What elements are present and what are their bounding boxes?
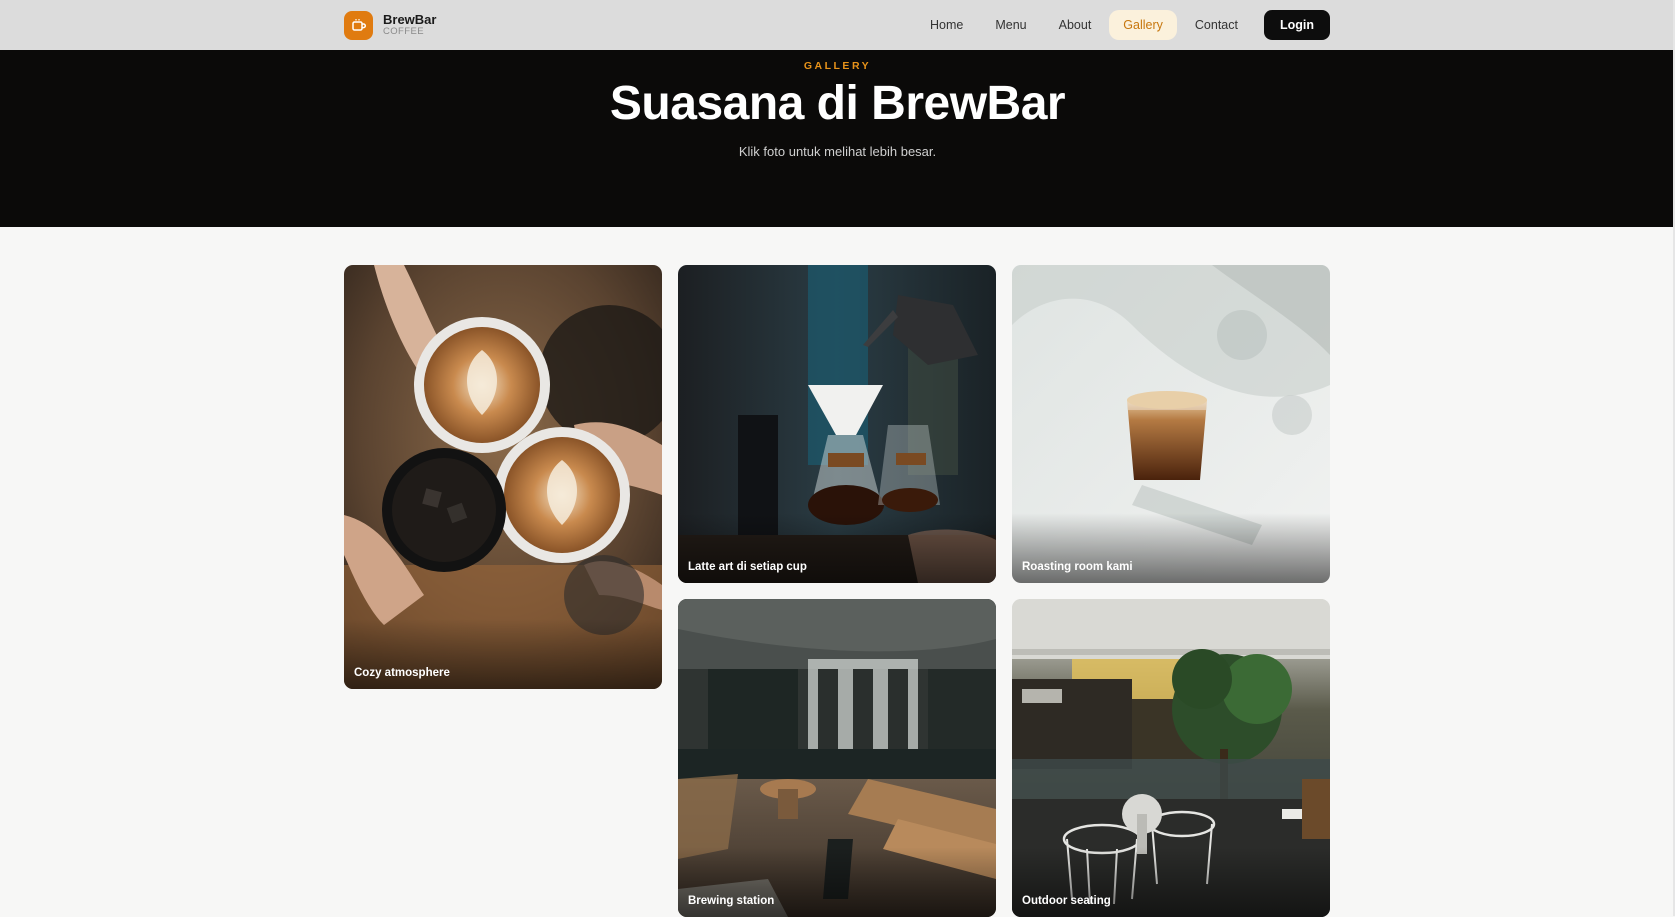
nav-item-contact[interactable]: Contact xyxy=(1181,10,1252,40)
gallery-caption: Brewing station xyxy=(688,895,775,907)
gallery-item-cozy-atmosphere[interactable]: Cozy atmosphere xyxy=(344,265,662,689)
gallery-caption: Latte art di setiap cup xyxy=(688,561,807,573)
page-title: Suasana di BrewBar xyxy=(609,77,1066,130)
gallery-item-latte-art[interactable]: Latte art di setiap cup xyxy=(678,265,996,583)
coffee-cup-icon xyxy=(344,10,373,40)
gallery-caption: Outdoor seating xyxy=(1022,895,1111,907)
login-button[interactable]: Login xyxy=(1263,10,1330,40)
gallery-item-brewing-station[interactable]: Brewing station xyxy=(678,599,996,917)
gallery-item-outdoor-seating[interactable]: Outdoor seating xyxy=(1012,599,1330,917)
gallery-caption: Cozy atmosphere xyxy=(354,667,450,679)
gallery-item-roasting-room[interactable]: Roasting room kami xyxy=(1012,265,1330,583)
brand-text: BrewBar COFFEE xyxy=(383,13,436,37)
top-navbar: BrewBar COFFEE Home Menu About Gallery C… xyxy=(0,0,1675,50)
navbar-inner: BrewBar COFFEE Home Menu About Gallery C… xyxy=(344,0,1330,50)
hero-subtitle: Klik foto untuk melihat lebih besar. xyxy=(738,144,937,159)
nav-item-home[interactable]: Home xyxy=(916,10,977,40)
hero-banner: GALLERY Suasana di BrewBar Klik foto unt… xyxy=(0,50,1675,227)
nav-menu: Home Menu About Gallery Contact Login xyxy=(916,10,1330,40)
gallery-caption: Roasting room kami xyxy=(1022,561,1133,573)
nav-item-menu[interactable]: Menu xyxy=(981,10,1040,40)
brand-logo[interactable]: BrewBar COFFEE xyxy=(344,10,436,40)
brand-name: BrewBar xyxy=(383,12,437,28)
nav-item-gallery[interactable]: Gallery xyxy=(1109,10,1177,40)
nav-item-about[interactable]: About xyxy=(1045,10,1106,40)
brand-subtitle: COFFEE xyxy=(383,25,424,37)
hero-eyebrow: GALLERY xyxy=(803,60,872,72)
